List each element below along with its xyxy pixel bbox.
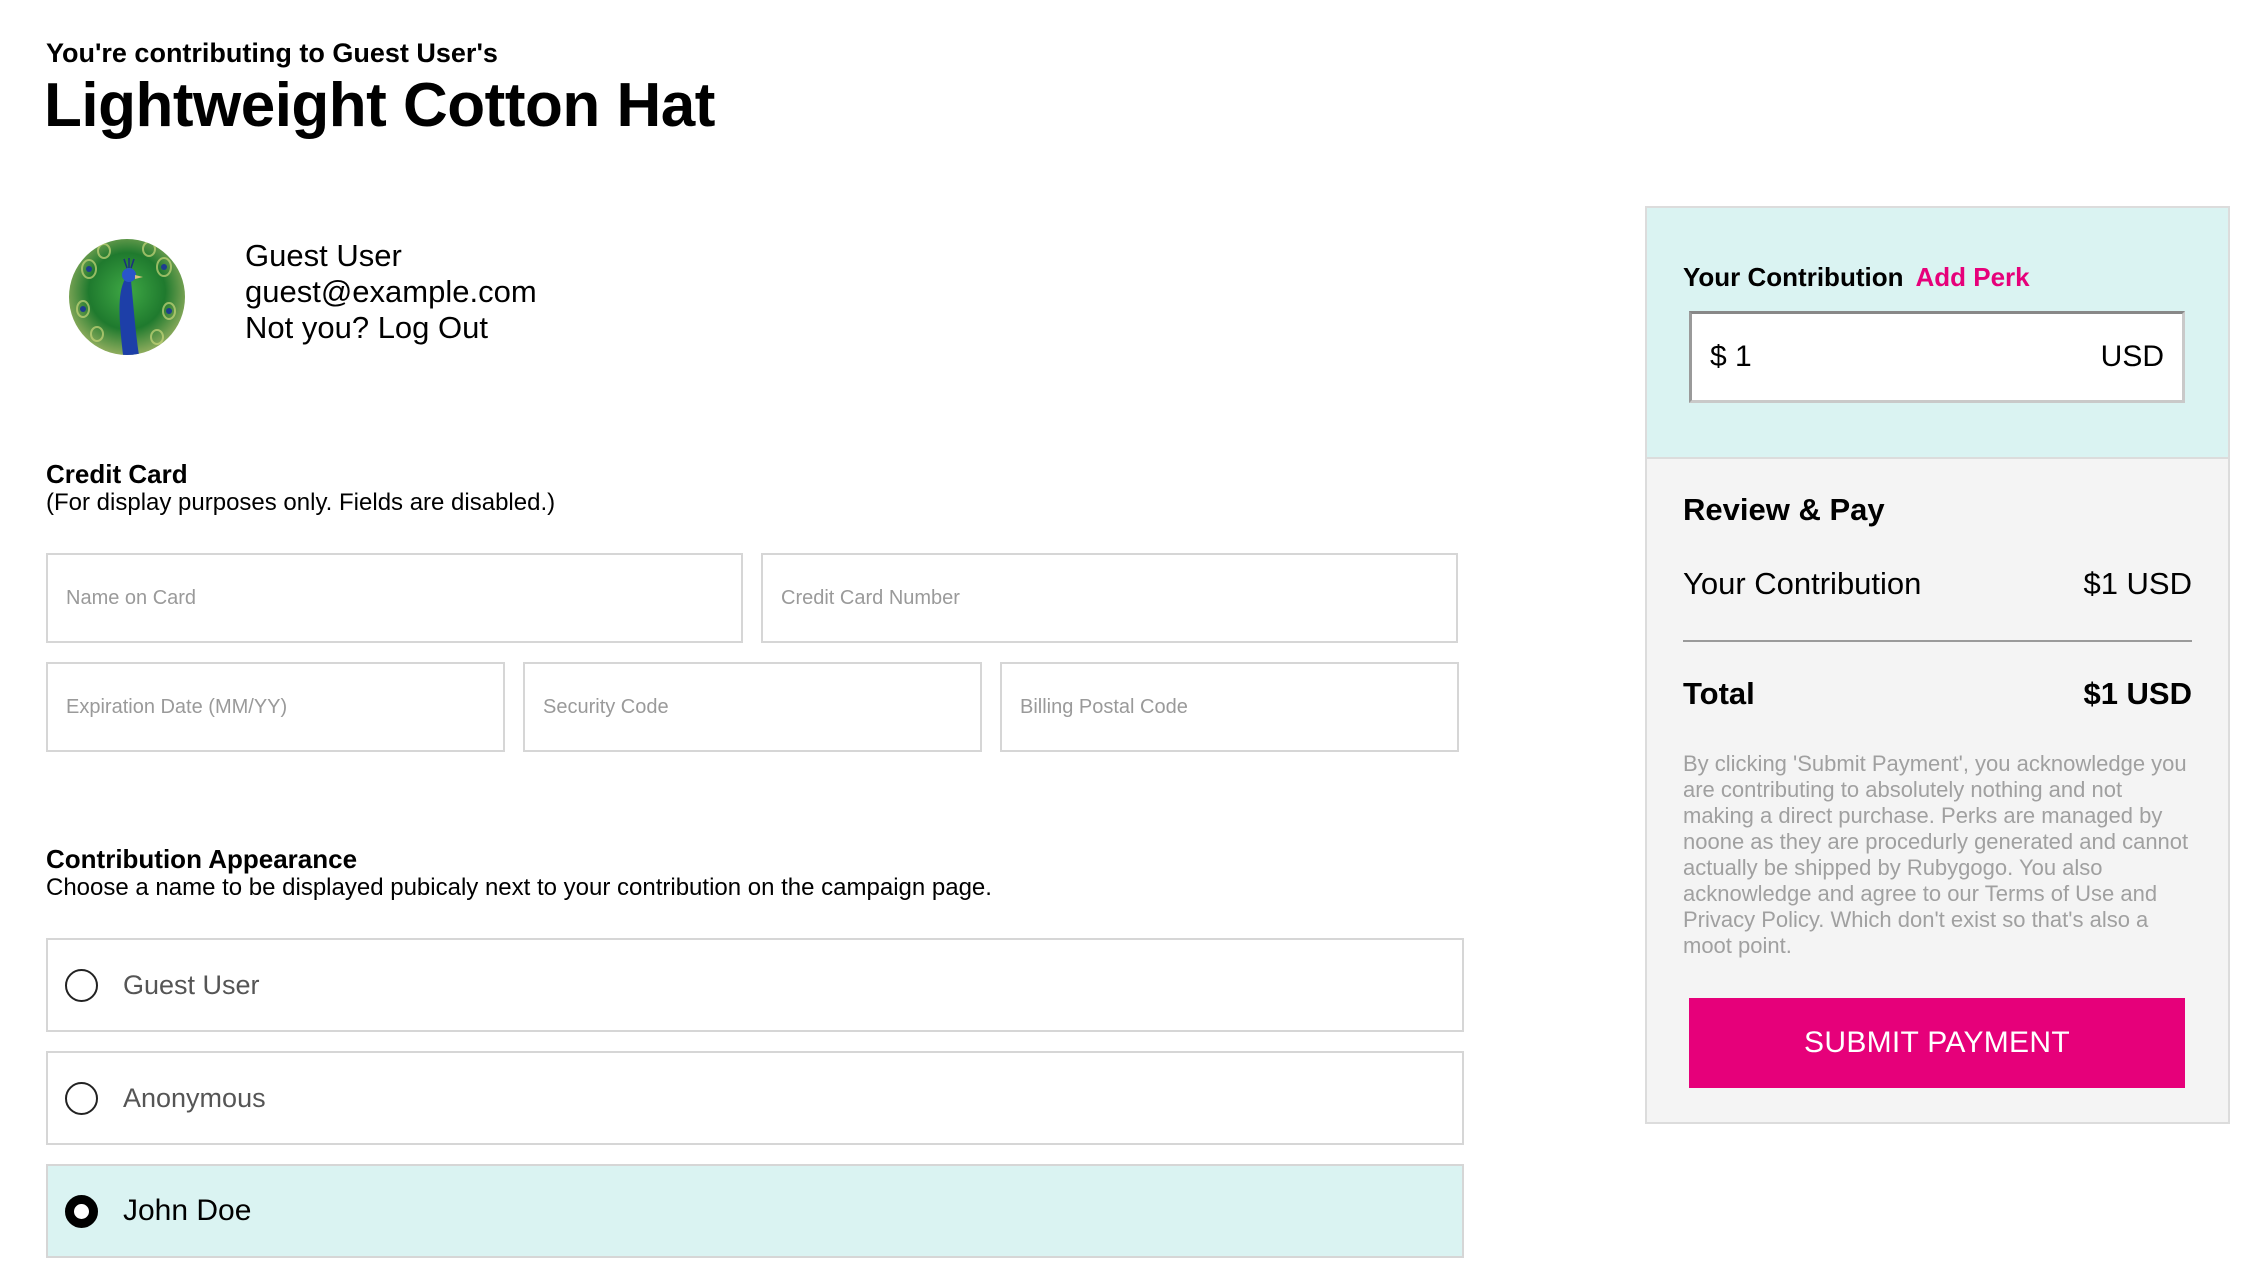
billing-postal-code-placeholder: Billing Postal Code [1020,695,1188,718]
contribution-row-label: Your Contribution [1683,566,1922,601]
total-value: $1 USD [2083,676,2192,711]
name-on-card-placeholder: Name on Card [66,586,197,609]
radio-button-icon[interactable] [65,968,98,1002]
appearance-option-anonymous[interactable]: Anonymous [46,1051,1464,1145]
appearance-option-label: Anonymous [123,1082,266,1113]
contribution-panel: Your Contribution Add Perk $ 1 USD [1647,208,2228,459]
add-perk-link[interactable]: Add Perk [1915,262,2029,292]
expiration-date-placeholder: Expiration Date (MM/YY) [66,695,288,718]
user-name: Guest User [245,238,402,273]
radio-button-checked-icon[interactable] [65,1194,98,1228]
payment-disclaimer: By clicking 'Submit Payment', you acknow… [1683,751,2189,958]
credit-card-subheading: (For display purposes only. Fields are d… [46,489,556,516]
currency-label: USD [2100,340,2164,373]
your-contribution-label: Your Contribution [1683,262,1904,292]
billing-postal-code-field[interactable]: Billing Postal Code [1000,662,1459,752]
radio-button-icon[interactable] [65,1081,98,1115]
contribution-amount-input[interactable]: $ 1 USD [1689,311,2185,403]
amount-value: $ 1 [1710,340,1752,373]
appearance-option-label: John Doe [123,1194,252,1227]
security-code-placeholder: Security Code [543,695,669,718]
name-on-card-field[interactable]: Name on Card [46,553,743,643]
appearance-option-guest-user[interactable]: Guest User [46,938,1464,1032]
avatar [69,239,185,355]
appearance-heading: Contribution Appearance [46,844,358,874]
submit-payment-button[interactable]: SUBMIT PAYMENT [1689,998,2185,1088]
contribution-title: Your Contribution Add Perk [1683,262,2030,293]
logout-link[interactable]: Not you? Log Out [245,310,488,346]
appearance-option-label: Guest User [123,969,260,1000]
credit-card-heading: Credit Card [46,459,188,489]
expiration-date-field[interactable]: Expiration Date (MM/YY) [46,662,505,752]
contributing-to-label: You're contributing to Guest User's [46,38,498,68]
summary-divider [1683,640,2192,642]
appearance-option-john-doe[interactable]: John Doe [46,1164,1464,1258]
card-number-placeholder: Credit Card Number [781,586,960,609]
user-email: guest@example.com [245,274,537,309]
security-code-field[interactable]: Security Code [523,662,982,752]
card-number-field[interactable]: Credit Card Number [761,553,1458,643]
payment-sidebar: Your Contribution Add Perk $ 1 USD Review… [1645,206,2230,1124]
total-label: Total [1683,676,1755,711]
page-title: Lightweight Cotton Hat [44,71,715,140]
contribution-row-value: $1 USD [2083,566,2192,601]
review-pay-heading: Review & Pay [1683,492,1885,527]
appearance-subheading: Choose a name to be displayed pubicaly n… [46,874,992,901]
peacock-avatar-icon [69,239,185,355]
